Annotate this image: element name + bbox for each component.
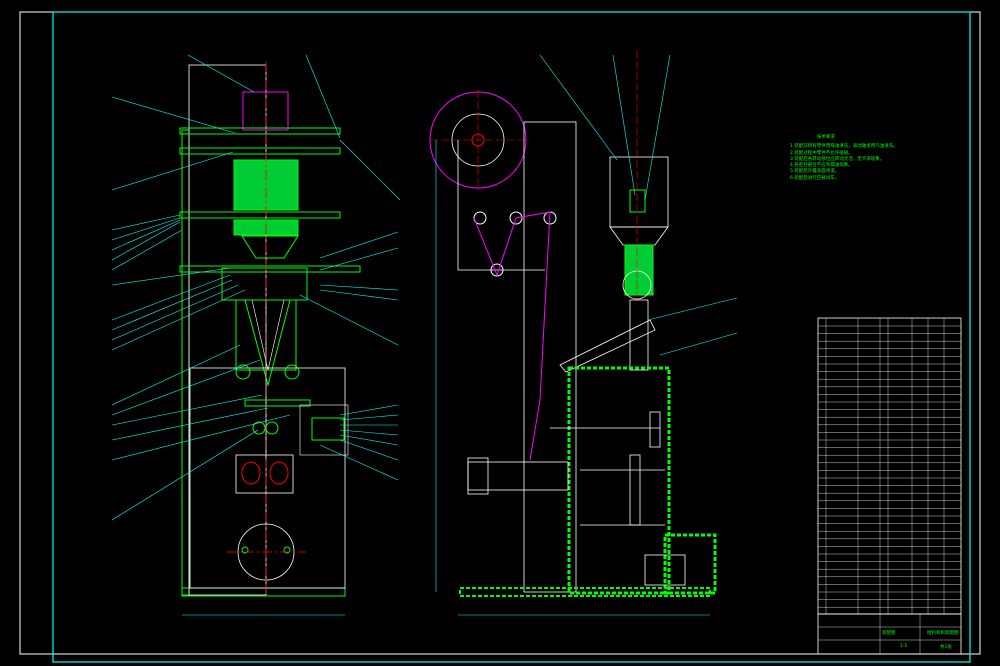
side-leader-lines: [539, 54, 738, 356]
cutter-window: [235, 454, 294, 494]
assembly-drawing: [19, 11, 981, 663]
funnel: [241, 235, 299, 259]
lower-cabinet: [189, 367, 346, 589]
gear-2: [629, 454, 641, 526]
cutter-right: [269, 461, 289, 485]
technical-notes: 技术要求 1.装配前所有零件用煤油清洗，滚动轴承用汽油清洗。 2.装配过程中零件…: [790, 135, 898, 182]
side-frame-plate: [523, 121, 577, 593]
title-block-scale: 1:5: [900, 644, 908, 649]
title-block-material: 装配图: [882, 631, 896, 636]
forming-collar: [221, 267, 308, 301]
middle-bar: [179, 211, 341, 219]
gearbox-housing: [567, 366, 671, 595]
title-block-name: 给料机构装配图: [927, 631, 959, 636]
frame-post: [181, 129, 190, 596]
seal-roll-2: [265, 421, 279, 435]
feed-chute: [559, 319, 656, 373]
front-leader-lines: [111, 54, 401, 521]
title-block-sheet: 共1张: [940, 645, 952, 650]
hopper-neck: [609, 226, 669, 246]
seal-jaw: [467, 457, 489, 495]
reel-arm: [457, 140, 545, 271]
outer-frame: [19, 11, 981, 655]
tech-note: 6.装配后进行空载试车。: [790, 175, 840, 181]
gear-1: [649, 411, 661, 448]
cad-drawing-canvas: 技术要求 1.装配前所有零件用煤油清洗，滚动轴承用汽油清洗。 2.装配过程中零件…: [0, 0, 1000, 666]
forming-cone-inner: [251, 299, 285, 371]
roller-right: [284, 364, 300, 380]
upper-bar: [179, 127, 341, 135]
metering-screw: [624, 244, 654, 296]
side-hopper: [609, 156, 669, 228]
upper-bar-2: [179, 147, 341, 155]
forming-cone: [244, 299, 291, 387]
level-window: [629, 189, 646, 213]
film-path: [473, 211, 551, 461]
feed-hopper: [242, 91, 289, 131]
side-view: [429, 50, 717, 616]
front-view: [179, 62, 361, 616]
seal-drive: [311, 417, 345, 441]
cutter-left: [241, 461, 261, 485]
tech-note: 1.装配前所有零件用煤油清洗，滚动轴承用汽油清洗。: [790, 144, 898, 150]
tech-notes-title: 技术要求: [817, 135, 835, 140]
motor-housing: [663, 533, 717, 595]
horizontal-seal: [467, 461, 569, 491]
roller-left: [235, 364, 251, 380]
parts-list: [817, 317, 962, 655]
parts-table: [817, 317, 962, 615]
border-frame: [52, 11, 971, 663]
front-housing: [188, 64, 267, 596]
